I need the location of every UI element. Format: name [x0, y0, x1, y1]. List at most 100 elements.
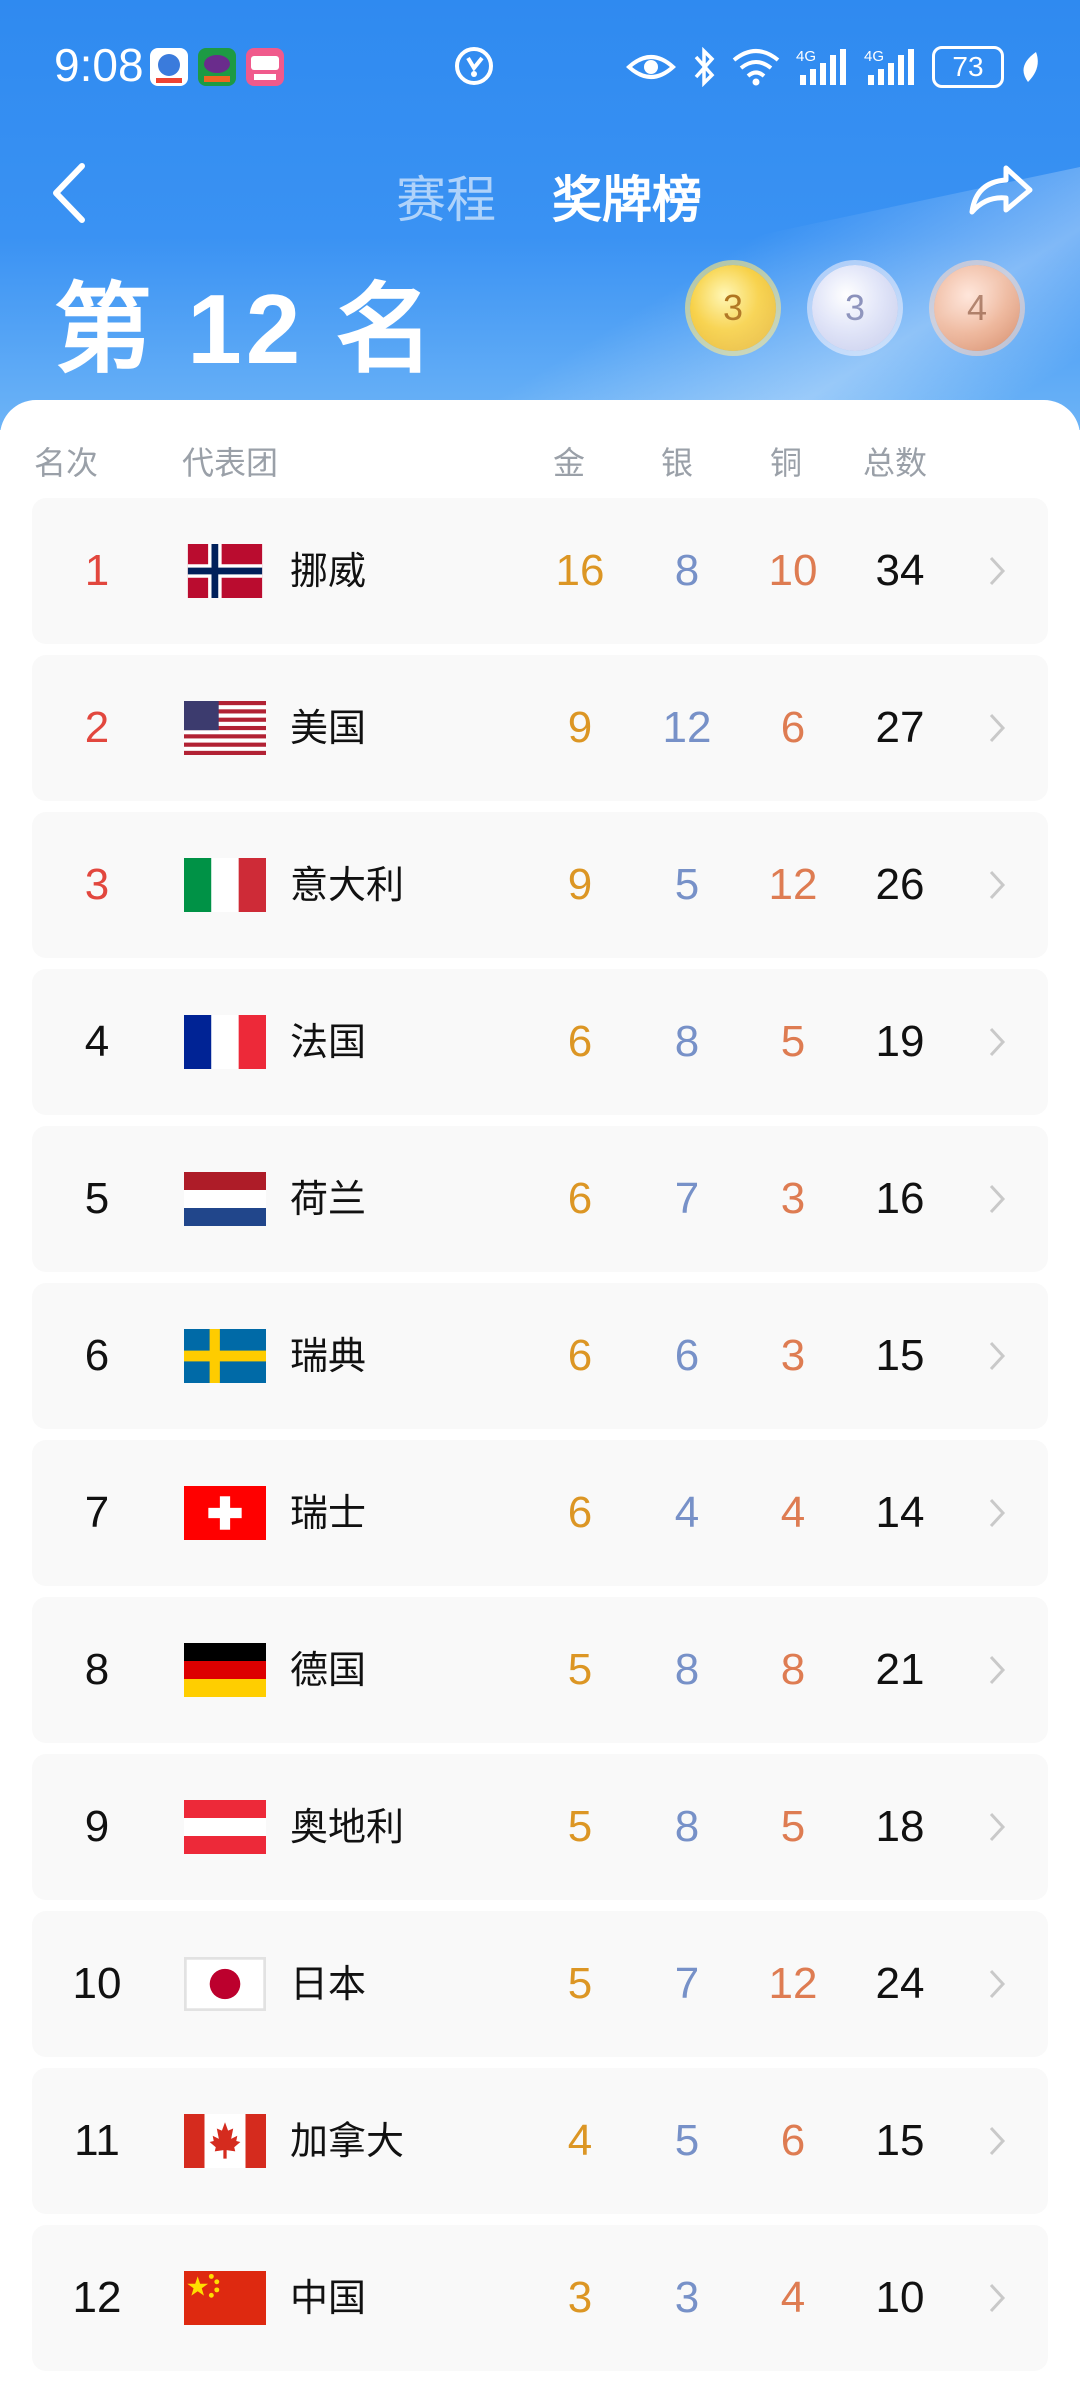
table-row[interactable]: 2 美国 9 12 6 27 — [32, 655, 1048, 801]
status-time: 9:08 — [54, 39, 144, 91]
row-rank: 9 — [84, 1802, 110, 1851]
row-bronze: 12 — [768, 1959, 818, 2008]
canada-flag-icon — [184, 2114, 266, 2168]
row-total: 16 — [875, 1174, 925, 1223]
row-gold: 6 — [567, 1331, 593, 1380]
chevron-right-icon — [989, 2283, 1006, 2313]
row-country: 荷兰 — [290, 1177, 367, 1221]
chevron-right-icon — [989, 713, 1006, 743]
row-silver: 5 — [674, 860, 700, 909]
medal-table-panel: 名次 代表团 金 银 铜 总数 1 挪威 16 8 10 34 2 美国 9 1… — [0, 400, 1080, 2388]
status-bar: 9:08 4G 4G 73 — [0, 0, 1080, 135]
row-silver: 4 — [674, 1488, 700, 1537]
chevron-right-icon — [989, 870, 1006, 900]
row-silver: 12 — [662, 703, 712, 752]
row-country: 法国 — [290, 1020, 367, 1064]
row-rank: 10 — [72, 1959, 122, 2008]
row-rank: 12 — [72, 2273, 122, 2322]
table-row[interactable]: 9 奥地利 5 8 5 18 — [32, 1754, 1048, 1900]
row-rank: 2 — [84, 703, 110, 752]
row-country: 中国 — [290, 2276, 367, 2320]
row-total: 24 — [875, 1959, 925, 2008]
row-total: 18 — [875, 1802, 925, 1851]
tab-schedule[interactable]: 赛程 — [396, 160, 496, 232]
row-bronze: 6 — [780, 703, 806, 752]
row-gold: 5 — [567, 1959, 593, 2008]
table-row[interactable]: 1 挪威 16 8 10 34 — [32, 498, 1048, 644]
wifi-icon — [732, 49, 780, 86]
table-row[interactable]: 5 荷兰 6 7 3 16 — [32, 1126, 1048, 1272]
germany-flag-icon — [184, 1643, 266, 1697]
row-rank: 11 — [74, 2116, 120, 2165]
row-silver: 8 — [674, 1645, 700, 1694]
header-delegation: 代表团 — [182, 444, 279, 482]
row-gold: 5 — [567, 1802, 593, 1851]
row-gold: 9 — [567, 860, 593, 909]
chevron-right-icon — [989, 1184, 1006, 1214]
bluetooth-icon — [694, 47, 715, 87]
row-bronze: 6 — [780, 2116, 806, 2165]
chevron-right-icon — [989, 1498, 1006, 1528]
row-gold: 16 — [555, 546, 605, 595]
table-row[interactable]: 4 法国 6 8 5 19 — [32, 969, 1048, 1115]
austria-flag-icon — [184, 1800, 266, 1854]
row-silver: 5 — [674, 2116, 700, 2165]
svg-text:4G: 4G — [864, 48, 884, 65]
tab-medals[interactable]: 奖牌榜 — [552, 160, 702, 232]
sweden-flag-icon — [184, 1329, 266, 1383]
table-row[interactable]: 10 日本 5 7 12 24 — [32, 1911, 1048, 2057]
table-row[interactable]: 6 瑞典 6 6 3 15 — [32, 1283, 1048, 1429]
row-total: 14 — [875, 1488, 925, 1537]
silver-medal-count: 3 — [812, 265, 898, 351]
chevron-right-icon — [989, 1655, 1006, 1685]
chevron-right-icon — [989, 556, 1006, 586]
row-gold: 5 — [567, 1645, 593, 1694]
status-icons: 4G 4G 73 — [626, 42, 1040, 92]
row-country: 瑞典 — [290, 1334, 367, 1378]
row-country: 意大利 — [290, 863, 405, 907]
row-gold: 6 — [567, 1017, 593, 1066]
table-row[interactable]: 8 德国 5 8 8 21 — [32, 1597, 1048, 1743]
usa-flag-icon — [184, 701, 266, 755]
tab-bar: 赛程 奖牌榜 — [0, 150, 1080, 230]
italy-flag-icon — [184, 858, 266, 912]
signal-4g-icon: 4G — [796, 48, 846, 85]
header-banner: 9:08 4G 4G 73 赛程 奖牌榜 第 12 名 3 3 4 — [0, 0, 1080, 430]
signal-4g-icon: 4G — [864, 48, 914, 85]
header-total: 总数 — [863, 444, 928, 482]
header-silver: 银 — [661, 444, 694, 482]
chevron-right-icon — [989, 1341, 1006, 1371]
row-bronze: 4 — [780, 2273, 806, 2322]
share-icon[interactable] — [966, 160, 1036, 220]
table-row[interactable]: 12 中国 3 3 4 10 — [32, 2225, 1048, 2371]
table-row[interactable]: 11 加拿大 4 5 6 15 — [32, 2068, 1048, 2214]
chevron-right-icon — [989, 2126, 1006, 2156]
row-total: 15 — [875, 2116, 925, 2165]
row-country: 日本 — [290, 1962, 367, 2006]
row-bronze: 8 — [780, 1645, 806, 1694]
row-rank: 3 — [84, 860, 110, 909]
norway-flag-icon — [187, 544, 263, 598]
chevron-right-icon — [989, 1027, 1006, 1057]
switzerland-flag-icon — [184, 1486, 266, 1540]
app-notification-icon — [198, 48, 236, 86]
row-silver: 8 — [674, 546, 700, 595]
row-silver: 7 — [674, 1959, 700, 2008]
row-rank: 5 — [84, 1174, 110, 1223]
medal-table: 1 挪威 16 8 10 34 2 美国 9 12 6 27 3 意大利 9 5 — [32, 498, 1048, 2382]
table-row[interactable]: 7 瑞士 6 4 4 14 — [32, 1440, 1048, 1586]
row-silver: 8 — [674, 1017, 700, 1066]
netherlands-flag-icon — [184, 1172, 266, 1226]
app-notification-icon — [150, 48, 188, 86]
row-rank: 8 — [84, 1645, 110, 1694]
row-silver: 3 — [674, 2273, 700, 2322]
leaf-icon — [1023, 52, 1038, 82]
gold-medal-count: 3 — [690, 265, 776, 351]
chevron-right-icon — [989, 1812, 1006, 1842]
row-rank: 4 — [84, 1017, 110, 1066]
eye-icon — [626, 55, 676, 79]
row-gold: 9 — [567, 703, 593, 752]
table-row[interactable]: 3 意大利 9 5 12 26 — [32, 812, 1048, 958]
row-bronze: 10 — [768, 546, 818, 595]
row-total: 27 — [875, 703, 925, 752]
